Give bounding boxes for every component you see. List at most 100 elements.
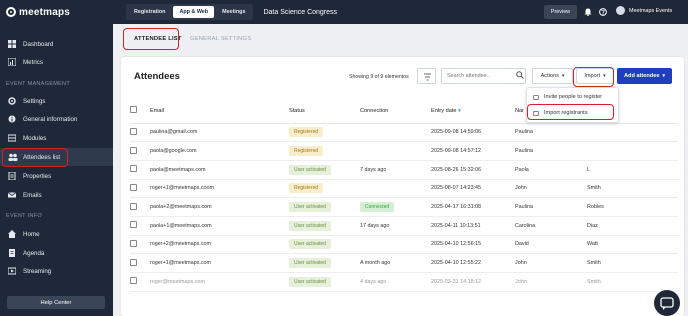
cell-name: John — [515, 253, 587, 273]
status-badge: Registered — [289, 146, 324, 157]
tab-general-settings[interactable]: GENERAL SETTINGS — [190, 36, 251, 42]
cell-email: roger+2@meetmaps.com — [150, 235, 289, 255]
table-row[interactable]: paola+2@meetmaps.com User activated Connec… — [130, 197, 678, 217]
cell-entry-date: 2025-04-17 16:31:08 — [431, 197, 515, 217]
select-all-checkbox[interactable] — [130, 106, 137, 114]
row-checkbox[interactable] — [130, 146, 137, 154]
col-connection[interactable]: Connection — [360, 99, 431, 124]
sidebar-item-modules[interactable]: Modules — [0, 129, 113, 147]
filter-button[interactable] — [417, 68, 436, 84]
tab-meetings[interactable]: Meetings — [216, 6, 251, 18]
cell-email: paola+2@meetmaps.com — [150, 197, 289, 217]
bell-icon[interactable] — [584, 8, 592, 17]
agenda-icon — [8, 249, 16, 257]
sidebar-item-emails[interactable]: Emails — [0, 186, 113, 204]
cell-email: roger+1@meetmaps.com — [150, 253, 289, 273]
tab-registration[interactable]: Registration — [128, 6, 171, 18]
row-checkbox[interactable] — [130, 183, 137, 191]
cell-name: Paulina — [515, 197, 587, 217]
menu-item-invite[interactable]: Invite people to register — [533, 94, 602, 100]
sidebar-item-home[interactable]: Home — [0, 225, 113, 243]
attendee-list-highlight — [123, 28, 179, 50]
email-icon — [7, 191, 17, 199]
cell-email: roger@meetmaps.com — [150, 272, 289, 292]
connection-text: 17 days ago — [360, 222, 390, 229]
logo[interactable]: meetmaps — [0, 0, 113, 24]
table-row[interactable]: roger+1@meetmaps.coom Registered 2025-08-0… — [130, 179, 678, 199]
table-row[interactable]: paola+1@meetmaps.com User activated 17 day… — [130, 216, 678, 236]
row-checkbox[interactable] — [130, 202, 137, 210]
help-icon[interactable] — [599, 8, 607, 16]
cell-lastname — [587, 141, 678, 161]
import-button-highlight — [573, 67, 614, 87]
add-attendee-button[interactable]: Add attendee ▾ — [617, 68, 672, 84]
section-event-management: EVENT MANAGEMENT — [6, 81, 70, 87]
table-row[interactable]: roger+2@meetmaps.com User activated 2025-0… — [130, 235, 678, 255]
sidebar-item-streaming[interactable]: Streaming — [0, 262, 113, 280]
user-menu[interactable]: Meetmaps Events — [616, 6, 672, 15]
search-icon — [516, 71, 524, 81]
sidebar-item-metrics[interactable]: Metrics — [0, 53, 113, 71]
cell-name: Carolina — [515, 216, 587, 236]
table-row[interactable]: paulina@gmail.com Registered 2025-09-08 14… — [130, 123, 678, 143]
chevron-down-icon: ▾ — [561, 73, 565, 79]
tab-app-web[interactable]: App & Web — [173, 6, 215, 18]
cell-name: Paulina — [515, 141, 587, 161]
sort-down-icon: ▾ — [458, 107, 461, 114]
row-checkbox[interactable] — [130, 221, 137, 229]
status-badge: User activated — [289, 220, 331, 231]
row-checkbox[interactable] — [130, 277, 137, 285]
cell-entry-date: 2025-09-08 14:57:12 — [431, 141, 515, 161]
cell-lastname: Smith — [587, 179, 678, 199]
preview-button[interactable]: Preview — [544, 5, 577, 19]
results-count: Showing 9 of 9 elementos — [349, 74, 409, 80]
cell-entry-date: 2025-04-10 12:56:15 — [431, 235, 515, 255]
status-badge: Registered — [289, 183, 324, 194]
table-row[interactable]: roger@meetmaps.com User activated 4 days a… — [130, 272, 678, 292]
table-row[interactable]: roger+1@meetmaps.com User activated A mont… — [130, 253, 678, 273]
cell-lastname — [587, 123, 678, 143]
sidebar-item-agenda[interactable]: Agenda — [0, 244, 113, 262]
search-input[interactable] — [441, 68, 526, 84]
actions-button[interactable]: Actions ▾ — [532, 68, 573, 84]
connection-text: 4 days ago — [360, 278, 387, 285]
status-badge: User activated — [289, 258, 331, 269]
section-event-info: EVENT INFO — [6, 213, 42, 219]
row-checkbox[interactable] — [130, 239, 137, 247]
cell-lastname: Smith — [587, 272, 678, 292]
status-badge: User activated — [289, 164, 331, 175]
help-center-button[interactable]: Help Center — [7, 296, 105, 309]
col-entry-date[interactable]: Entry date ▾ — [431, 99, 515, 124]
sidebar-item-general-information[interactable]: General information — [0, 110, 113, 128]
cell-lastname: L — [587, 160, 678, 180]
attendees-table: Email Status Connection Entry date ▾ Nar… — [130, 99, 678, 292]
attendees-list-highlight — [2, 148, 68, 167]
col-email[interactable]: Email — [150, 99, 289, 124]
sidebar: meetmaps Dashboard Metrics EVENT MANAGEM… — [0, 0, 113, 316]
cell-email: paola@meetmaps.com — [150, 160, 289, 180]
chat-button[interactable] — [654, 290, 680, 316]
event-title: Data Science Congress — [263, 8, 338, 16]
table-row[interactable]: paola@google.com Registered 2025-09-08 14:… — [130, 141, 678, 161]
sidebar-item-dashboard[interactable]: Dashboard — [0, 35, 113, 53]
row-checkbox[interactable] — [130, 258, 137, 266]
gear-icon — [8, 97, 16, 105]
col-status[interactable]: Status — [289, 99, 360, 124]
info-icon — [8, 115, 16, 123]
cell-entry-date: 2025-09-08 14:59:06 — [431, 123, 515, 143]
import-registrants-highlight — [527, 104, 614, 120]
page-tabs: ATTENDEE LIST GENERAL SETTINGS — [113, 24, 688, 54]
sidebar-item-settings[interactable]: Settings — [0, 92, 113, 110]
cell-name: John — [515, 179, 587, 199]
streaming-icon — [7, 267, 17, 275]
cell-email: paulina@gmail.com — [150, 123, 289, 143]
cell-lastname: Watt — [587, 235, 678, 255]
status-badge: Registered — [289, 127, 324, 138]
table-row[interactable]: paola@meetmaps.com User activated 7 days a… — [130, 160, 678, 180]
chevron-down-icon: ▾ — [662, 73, 665, 79]
module-tabs: Registration App & Web Meetings — [126, 4, 254, 20]
chat-icon — [660, 297, 674, 310]
sidebar-item-properties[interactable]: Properties — [0, 167, 113, 185]
row-checkbox[interactable] — [130, 165, 137, 173]
row-checkbox[interactable] — [130, 127, 137, 135]
